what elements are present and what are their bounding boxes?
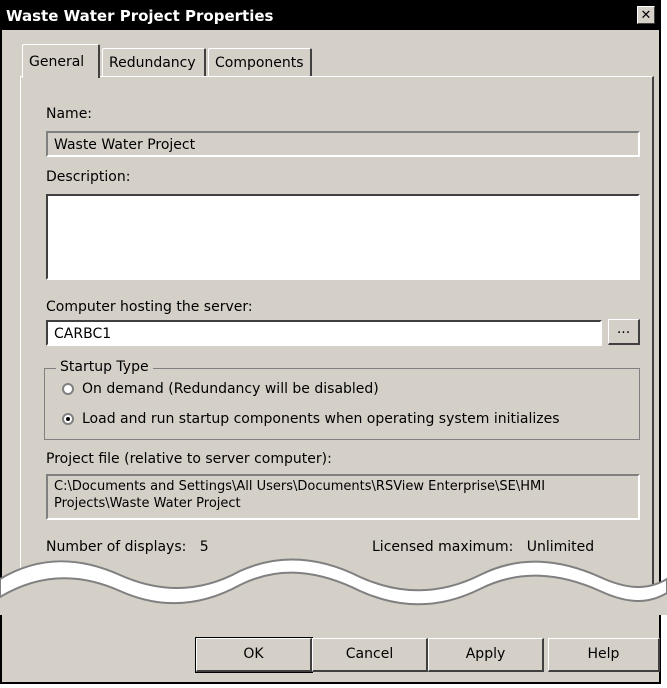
- host-label: Computer hosting the server:: [46, 299, 253, 315]
- name-field[interactable]: Waste Water Project: [46, 131, 640, 157]
- tab-components-label: Components: [215, 55, 304, 71]
- ok-button[interactable]: OK: [195, 637, 313, 673]
- licensed-label: Licensed maximum:: [372, 539, 514, 555]
- tab-components[interactable]: Components: [208, 48, 312, 78]
- help-button[interactable]: Help: [548, 638, 660, 672]
- window-title: Waste Water Project Properties: [6, 7, 274, 25]
- tab-redundancy-label: Redundancy: [109, 55, 196, 71]
- load-and-run-option[interactable]: Load and run startup components when ope…: [62, 411, 560, 427]
- startup-type-legend: Startup Type: [56, 359, 153, 375]
- licensed-value: Unlimited: [526, 539, 595, 555]
- browse-button[interactable]: ...: [608, 319, 640, 345]
- close-icon[interactable]: ✕: [637, 6, 655, 24]
- project-file-label: Project file (relative to server compute…: [46, 451, 332, 467]
- torn-edge-divider: [0, 558, 667, 615]
- load-and-run-label: Load and run startup components when ope…: [82, 411, 560, 427]
- on-demand-label: On demand (Redundancy will be disabled): [82, 381, 379, 397]
- project-file-line1: C:\Documents and Settings\All Users\Docu…: [54, 479, 546, 494]
- project-file-field[interactable]: C:\Documents and Settings\All Users\Docu…: [46, 474, 640, 520]
- description-field[interactable]: [46, 194, 640, 280]
- on-demand-radio[interactable]: [62, 383, 74, 395]
- displays-count: Number of displays: 5: [46, 539, 209, 555]
- name-label: Name:: [46, 106, 93, 122]
- on-demand-option[interactable]: On demand (Redundancy will be disabled): [62, 381, 379, 397]
- title-bar: Waste Water Project Properties ✕: [2, 2, 659, 30]
- load-and-run-radio[interactable]: [62, 413, 74, 425]
- tab-redundancy[interactable]: Redundancy: [102, 48, 206, 78]
- cancel-button[interactable]: Cancel: [312, 638, 428, 672]
- project-file-line2: Projects\Waste Water Project: [54, 496, 241, 511]
- startup-type-group: [44, 368, 640, 440]
- apply-button[interactable]: Apply: [428, 638, 544, 672]
- displays-value: 5: [199, 539, 209, 555]
- host-input[interactable]: CARBC1: [46, 320, 602, 346]
- description-label: Description:: [46, 169, 131, 185]
- licensed-maximum: Licensed maximum: Unlimited: [372, 539, 594, 555]
- tab-general-label: General: [29, 54, 85, 70]
- tab-general[interactable]: General: [22, 44, 100, 78]
- displays-label: Number of displays:: [46, 539, 187, 555]
